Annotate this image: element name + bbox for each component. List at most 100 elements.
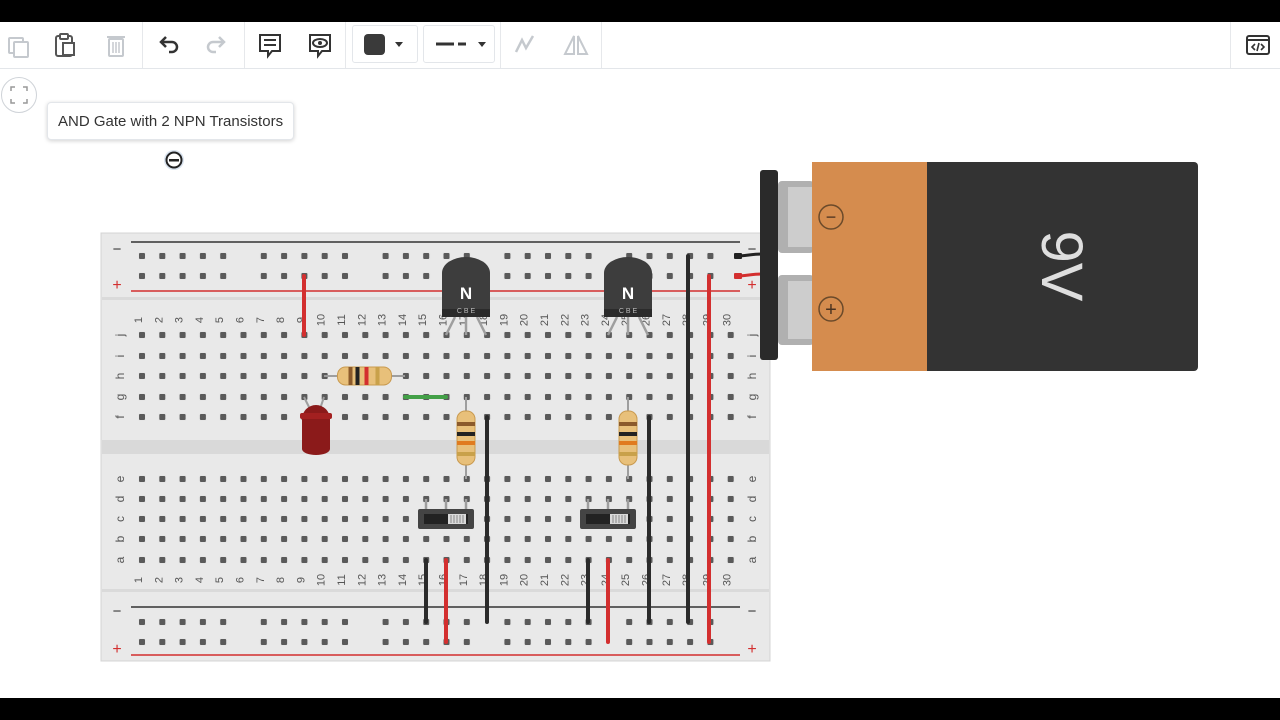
breadboard-hole <box>564 618 573 626</box>
breadboard-hole <box>523 331 532 339</box>
column-number: 8 <box>275 317 287 323</box>
battery-lead-tip <box>734 253 742 259</box>
breadboard-hole <box>320 475 329 483</box>
breadboard-hole <box>259 475 268 483</box>
breadboard-hole <box>138 272 146 280</box>
breadboard-hole <box>341 638 349 646</box>
breadboard-hole <box>178 515 187 523</box>
resistor <box>618 410 638 466</box>
breadboard-hole <box>259 393 268 401</box>
breadboard-hole <box>503 393 512 401</box>
resistor-band <box>619 452 637 456</box>
column-number: 23 <box>580 314 592 326</box>
fill-color-dropdown[interactable] <box>352 25 418 63</box>
line-style-dropdown[interactable] <box>423 25 495 63</box>
breadboard-hole <box>239 475 248 483</box>
breadboard-hole <box>198 252 207 260</box>
breadboard-hole <box>503 272 512 280</box>
breadboard-hole <box>625 638 634 646</box>
paste-button[interactable] <box>46 26 84 64</box>
undo-button[interactable] <box>149 26 187 64</box>
breadboard-hole <box>584 372 593 380</box>
resistor <box>456 410 476 466</box>
breadboard-hole <box>503 413 512 421</box>
breadboard-hole <box>544 413 552 421</box>
breadboard-hole <box>158 475 167 483</box>
undo-icon <box>159 36 179 54</box>
breadboard-hole <box>138 413 146 421</box>
breadboard-hole <box>239 556 248 564</box>
breadboard-hole <box>381 352 390 360</box>
breadboard-hole <box>158 556 167 564</box>
view-button[interactable] <box>301 26 339 64</box>
code-button[interactable] <box>1239 26 1277 64</box>
breadboard-hole <box>523 638 532 646</box>
breadboard-hole <box>259 638 268 646</box>
column-number: 10 <box>316 574 328 586</box>
view-icon <box>309 34 331 59</box>
row-letter: e <box>745 475 759 482</box>
breadboard-hole <box>138 495 146 503</box>
breadboard-hole <box>158 495 167 503</box>
row-letter: g <box>113 394 127 401</box>
breadboard-hole <box>523 618 532 626</box>
workspace-canvas[interactable]: AND Gate with 2 NPN Transistors − + − + − + − +… <box>0 69 1280 698</box>
row-letter: b <box>745 535 759 542</box>
slide-switch <box>418 499 474 529</box>
breadboard-hole <box>564 638 573 646</box>
breadboard-hole <box>625 393 634 401</box>
resistor-band <box>364 367 369 385</box>
delete-button[interactable] <box>98 26 136 64</box>
column-number: 9 <box>295 577 307 583</box>
breadboard[interactable]: −+−+−+−+11223344556677889910101111121213… <box>100 232 771 662</box>
transistor-label: N <box>460 284 472 303</box>
breadboard-hole <box>259 352 268 360</box>
breadboard-hole <box>544 252 552 260</box>
row-letter: c <box>113 516 127 522</box>
resistor-band <box>348 367 353 385</box>
breadboard-hole <box>442 413 451 421</box>
breadboard-hole <box>604 372 613 380</box>
breadboard-hole <box>138 618 146 626</box>
breadboard-hole <box>665 618 674 626</box>
breadboard-hole <box>726 372 735 380</box>
breadboard-hole <box>665 556 674 564</box>
notes-button[interactable] <box>251 26 289 64</box>
delete-icon <box>107 36 125 57</box>
breadboard-hole <box>178 272 187 280</box>
breadboard-hole <box>665 638 674 646</box>
breadboard-hole <box>178 535 187 543</box>
breadboard-hole <box>259 618 268 626</box>
breadboard-hole <box>584 331 593 339</box>
breadboard-hole <box>442 535 451 543</box>
breadboard-hole <box>726 495 735 503</box>
breadboard-hole <box>544 475 552 483</box>
breadboard-hole <box>158 331 167 339</box>
row-letter: j <box>113 334 127 338</box>
breadboard-hole <box>381 556 390 564</box>
breadboard-hole <box>564 413 573 421</box>
breadboard-hole <box>178 495 187 503</box>
rotate-button[interactable] <box>505 26 543 64</box>
breadboard-hole <box>503 618 512 626</box>
breadboard-hole <box>665 475 674 483</box>
breadboard-hole <box>544 352 552 360</box>
breadboard-hole <box>178 331 187 339</box>
breadboard-hole <box>178 352 187 360</box>
breadboard-hole <box>665 413 674 421</box>
copy-button[interactable] <box>0 26 38 64</box>
column-number: 6 <box>235 577 247 583</box>
rail-divider <box>102 297 769 300</box>
breadboard-hole <box>422 272 431 280</box>
breadboard-hole <box>645 638 654 646</box>
breadboard-hole <box>604 352 613 360</box>
breadboard-hole <box>280 475 289 483</box>
breadboard-hole <box>138 535 146 543</box>
flip-button[interactable] <box>557 26 595 64</box>
redo-button[interactable] <box>198 26 236 64</box>
resistor-band <box>375 367 380 385</box>
breadboard-hole <box>604 413 613 421</box>
row-letter: b <box>113 535 127 542</box>
breadboard-hole <box>361 331 370 339</box>
breadboard-hole <box>138 331 146 339</box>
